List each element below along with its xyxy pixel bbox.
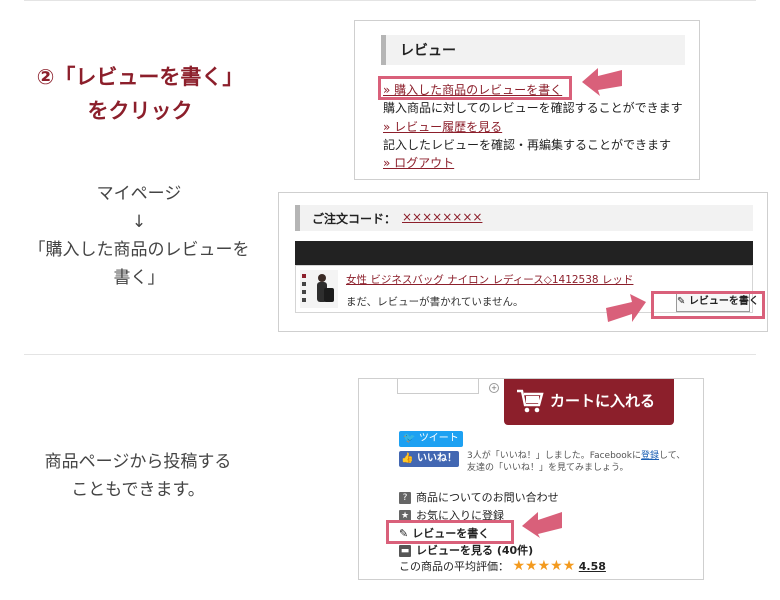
step-title: ②「レビューを書く」 をクリック <box>20 60 260 128</box>
product-thumbnail[interactable] <box>300 270 338 308</box>
order-table-header <box>295 241 753 265</box>
review-history-link[interactable]: » レビュー履歴を見る <box>383 118 502 135</box>
highlight-product-write-review <box>386 520 514 544</box>
no-review-text: まだ、レビューが書かれていません。 <box>346 296 524 308</box>
step-title-line2: をクリック <box>87 99 193 123</box>
question-icon: ? <box>399 492 411 504</box>
avg-rating-label: この商品の平均評価： <box>399 560 509 573</box>
quantity-input[interactable] <box>397 379 479 394</box>
step-title-line1: ②「レビューを書く」 <box>36 65 244 89</box>
fb-text: して、 <box>659 451 686 461</box>
twitter-bird-icon: 🐦 <box>403 433 416 444</box>
pointer-arrow-icon <box>522 512 562 538</box>
view-reviews-label: レビューを見る <box>416 544 493 557</box>
caption-line: 商品ページから投稿する <box>44 452 232 472</box>
product-name-link[interactable]: 女性 ビジネスバッグ ナイロン レディース◇1412538 レッド <box>346 272 633 287</box>
order-code-label: ご注文コード： <box>312 212 397 226</box>
pointer-arrow-icon <box>582 68 622 96</box>
mypage-caption: マイページ ↓ 「購入した商品のレビューを 書く」 <box>14 180 264 292</box>
fb-text: 友達の「いいね！」を見てみましょう。 <box>467 463 629 473</box>
top-divider <box>24 0 756 1</box>
caption-arrow: ↓ <box>131 212 147 232</box>
logout-link[interactable]: » ログアウト <box>383 154 454 171</box>
thumbs-up-icon: 👍 <box>401 453 414 464</box>
caption-line: マイページ <box>96 184 182 204</box>
review-heading-bar: レビュー <box>381 35 685 65</box>
speech-bubble-icon: ▬ <box>399 545 411 557</box>
add-to-cart-button[interactable]: カートに入れる <box>504 379 674 425</box>
inquiry-label: 商品についてのお問い合わせ <box>416 491 559 504</box>
avg-rating-value[interactable]: 4.58 <box>579 560 606 573</box>
review-menu-screenshot: レビュー » 購入した商品のレビューを書く 購入商品に対してのレビューを確認する… <box>354 20 700 180</box>
review-count: (40件) <box>496 544 534 557</box>
product-page-caption: 商品ページから投稿する こともできます。 <box>18 448 258 504</box>
product-page-screenshot: + カートに入れる 🐦 ツイート 👍 いいね！ 3人が「いいね！」しました。Fa… <box>358 378 704 580</box>
like-label: いいね！ <box>416 453 457 464</box>
write-review-desc: 購入商品に対してのレビューを確認することができます <box>383 101 683 115</box>
inquiry-link[interactable]: ? 商品についてのお問い合わせ <box>399 489 559 505</box>
highlight-write-review-link <box>378 76 572 100</box>
tweet-label: ツイート <box>418 433 459 444</box>
pointer-arrow-icon <box>606 294 646 322</box>
order-code-value[interactable]: ×××××××× <box>402 210 482 224</box>
highlight-write-review-button <box>651 291 765 319</box>
like-button[interactable]: 👍 いいね！ <box>399 451 459 467</box>
review-heading: レビュー <box>400 43 456 59</box>
cart-icon <box>517 389 544 413</box>
caption-line: こともできます。 <box>71 480 205 500</box>
view-reviews-link[interactable]: ▬ レビューを見る (40件) <box>399 542 533 558</box>
caption-line: 書く」 <box>113 268 165 288</box>
order-code-bar: ご注文コード： ×××××××× <box>295 205 753 231</box>
review-history-desc: 記入したレビューを確認・再編集することができます <box>383 138 672 152</box>
fb-text: 3人が「いいね！」しました。Facebookに <box>467 451 642 461</box>
caption-line: 「購入した商品のレビューを <box>28 240 250 260</box>
rating-stars-icon: ★★★★★ <box>512 558 576 574</box>
tweet-button[interactable]: 🐦 ツイート <box>399 431 463 447</box>
section-divider <box>24 354 756 355</box>
plus-icon[interactable]: + <box>489 383 499 393</box>
bag-image-icon <box>302 274 334 302</box>
facebook-like-text: 3人が「いいね！」しました。Facebookに登録して、 友達の「いいね！」を見… <box>467 450 685 474</box>
add-to-cart-label: カートに入れる <box>550 392 656 410</box>
fb-register-link[interactable]: 登録 <box>641 451 659 461</box>
average-rating: この商品の平均評価： ★★★★★ 4.58 <box>399 558 606 574</box>
